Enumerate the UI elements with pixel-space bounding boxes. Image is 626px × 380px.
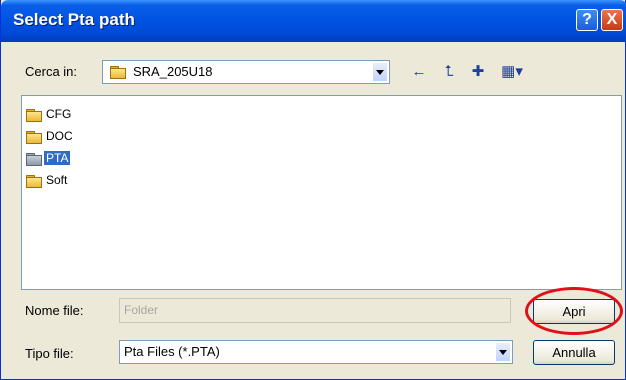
back-icon[interactable]: ← [409, 62, 429, 82]
view-menu-icon[interactable]: ▦▾ [498, 62, 526, 82]
list-item[interactable]: Soft [26, 171, 69, 189]
up-folder-icon[interactable]: ⮤ [439, 62, 459, 82]
look-in-label: Cerca in: [25, 64, 78, 79]
list-item[interactable]: DOC [26, 127, 75, 145]
folder-icon [26, 130, 42, 144]
folder-icon [26, 152, 42, 166]
file-type-combo[interactable]: Pta Files (*.PTA) [119, 340, 513, 364]
highlight-circle [525, 287, 623, 335]
file-name-field[interactable]: Folder [119, 298, 511, 323]
file-name: CFG [46, 107, 72, 121]
new-folder-icon[interactable]: ✚ [468, 62, 488, 82]
folder-icon [110, 66, 126, 79]
file-list[interactable]: CFG DOC PTA Soft [21, 95, 622, 290]
file-name: DOC [46, 129, 73, 143]
folder-icon [26, 174, 42, 188]
file-name-placeholder: Folder [124, 303, 159, 317]
file-name-label: Nome file: [25, 303, 84, 318]
window-title: Select Pta path [13, 10, 135, 29]
file-dialog-window: Select Pta path ? X Cerca in: SRA_205U18… [0, 0, 626, 380]
help-button[interactable]: ? [576, 9, 598, 31]
file-type-label: Tipo file: [25, 346, 74, 361]
close-button[interactable]: X [601, 9, 623, 31]
file-type-value: Pta Files (*.PTA) [124, 344, 220, 359]
list-item[interactable]: PTA [26, 149, 71, 167]
look-in-combo[interactable]: SRA_205U18 [102, 60, 390, 84]
file-name: PTA [44, 151, 71, 165]
file-name: Soft [46, 173, 68, 187]
cancel-button[interactable]: Annulla [533, 340, 615, 365]
list-item[interactable]: CFG [26, 105, 73, 123]
chevron-down-icon[interactable] [372, 62, 388, 82]
look-in-value: SRA_205U18 [133, 64, 213, 79]
chevron-down-icon[interactable] [495, 342, 511, 362]
folder-icon [26, 108, 42, 122]
title-bar[interactable]: Select Pta path ? X [1, 0, 626, 42]
